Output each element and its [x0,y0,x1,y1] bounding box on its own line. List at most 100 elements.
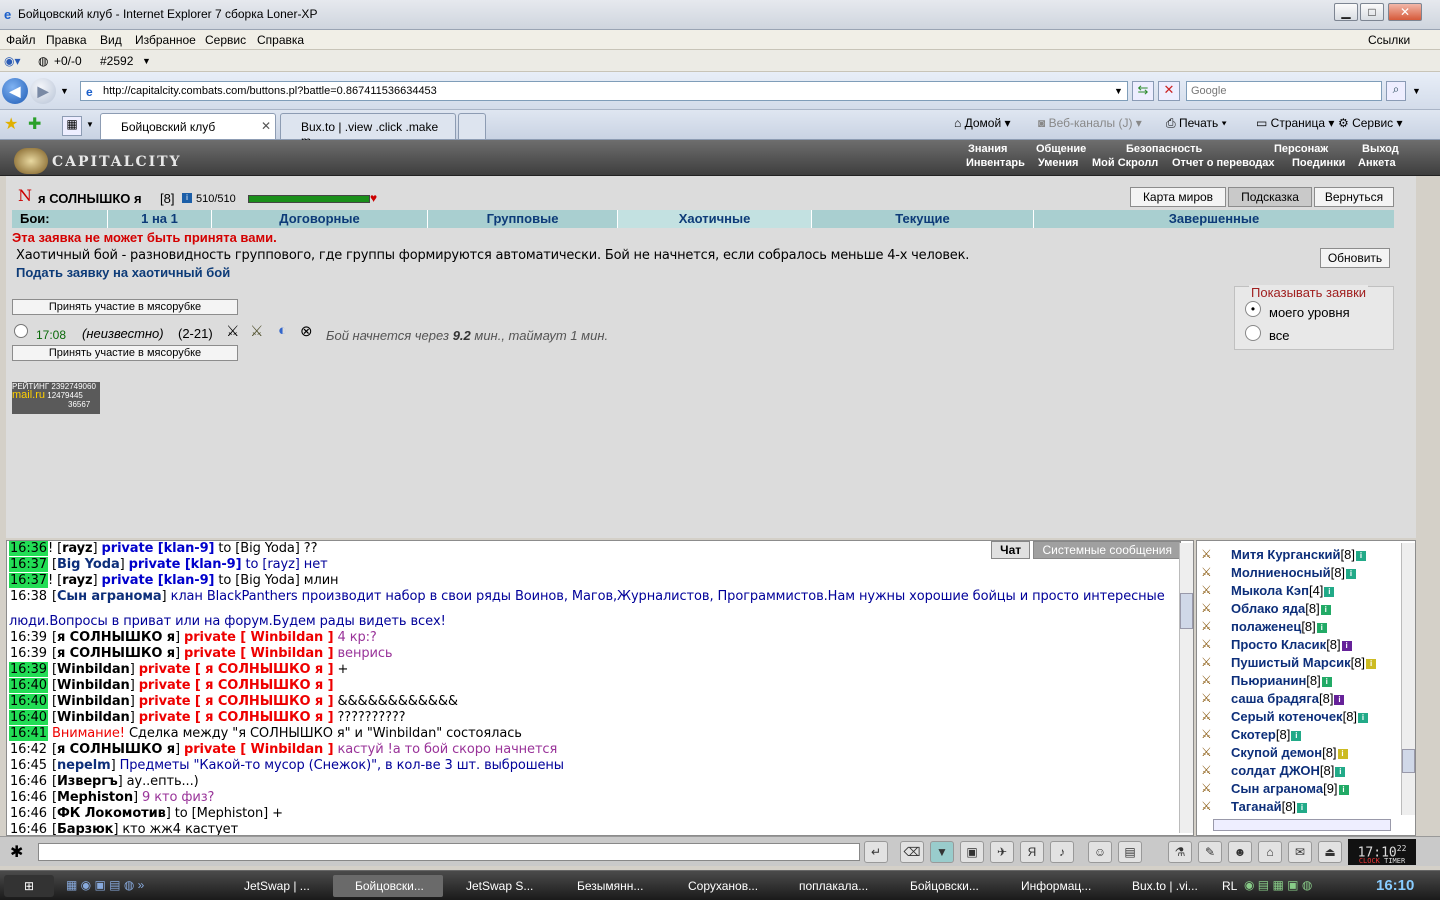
address-dropdown-icon[interactable]: ▼ [1114,86,1123,96]
user-info-icon[interactable]: i [1324,587,1335,597]
user-name[interactable]: Скотер [1231,727,1276,742]
send-icon[interactable]: ↵ [864,841,888,863]
user-info-icon[interactable]: i [1291,731,1302,741]
chat-input[interactable] [38,843,860,861]
chat-time[interactable]: 16:39 [9,630,48,645]
tab-active[interactable]: Бойцовский клуб ✕ [100,113,276,139]
chat-time[interactable]: 16:40 [9,678,48,693]
chat-nick[interactable]: Big Yoda [57,557,120,572]
taskbar-item[interactable]: Соруханов... [666,875,776,897]
chat-private-tag[interactable]: private [ я СОЛНЫШКО я ] [139,710,334,725]
user-name[interactable]: Скупой демон [1231,745,1322,760]
user-info-icon[interactable]: i [1358,713,1369,723]
translit-icon[interactable]: Я [1020,841,1044,863]
user-list-item[interactable]: Пьюрианин[8] i [1231,673,1332,688]
user-info-icon[interactable]: i [1320,605,1331,615]
menu-exit[interactable]: Выход [1362,143,1399,155]
user-name[interactable]: Молниеносный [1231,565,1331,580]
user-name[interactable]: полаженец [1231,619,1301,634]
chat-nick[interactable]: я СОЛНЫШКО я [57,646,175,661]
chat-time[interactable]: 16:41 [9,726,48,741]
sound-icon[interactable]: ♪ [1050,841,1074,863]
chat-private-tag[interactable]: private [klan-9] [102,541,215,556]
chat-nick[interactable]: Winbildan [57,678,130,693]
user-list-item[interactable]: Пушистый Марсик[8] i [1231,655,1377,670]
tab-close-icon[interactable]: ✕ [261,119,271,133]
user-list-item[interactable]: Молниеносный[8] i [1231,565,1357,580]
chat-nick[interactable]: Извергъ [57,774,118,789]
location-icon[interactable]: ⌂ [1258,841,1282,863]
minimize-button[interactable]: ▁ [1334,3,1358,21]
chat-nick[interactable]: Winbildan [57,710,130,725]
chevron-down-icon[interactable]: ▼ [142,56,151,66]
chat-time[interactable]: 16:46 [9,806,48,821]
taskbar-item[interactable]: JetSwap | ... [222,875,332,897]
chat-private-tag[interactable]: private [ Winbildan ] [184,742,334,757]
user-list-item[interactable]: солдат ДЖОН[8] i [1231,763,1346,778]
maximize-button[interactable]: □ [1360,3,1384,21]
page-menu-button[interactable]: ▭ Страница ▾ [1256,116,1334,130]
user-list-item[interactable]: Таганай[8] i [1231,799,1308,814]
user-fight-icon[interactable]: ⚔ [1201,583,1221,597]
messages-icon[interactable]: ✉ [1288,841,1312,863]
chat-private-tag[interactable]: private [ я СОЛНЫШКО я ] [139,694,334,709]
user-list-item[interactable]: саша брадяга[8] i [1231,691,1345,706]
chat-nick[interactable]: Барзюк [57,822,114,835]
join-button-bottom[interactable]: Принять участие в мясорубке [12,345,238,361]
menu-view[interactable]: Вид [100,33,122,47]
user-fight-icon[interactable]: ⚔ [1201,799,1221,813]
chat-scroll-thumb[interactable] [1180,593,1193,629]
user-name[interactable]: солдат ДЖОН [1231,763,1320,778]
taskbar-item[interactable]: JetSwap S... [444,875,554,897]
chat-private-tag[interactable]: private [ я СОЛНЫШКО я ] [139,662,334,677]
chat-private-tag[interactable]: private [klan-9] [102,573,215,588]
fight-tab-group[interactable]: Групповые [428,210,618,228]
search-dropdown-icon[interactable]: ▼ [1412,86,1421,96]
fight-tab-finished[interactable]: Завершенные [1034,210,1394,228]
back-button[interactable]: ◀ [2,78,28,104]
exit-icon[interactable]: ⏏ [1318,841,1342,863]
chat-time[interactable]: 16:46 [9,774,48,789]
user-fight-icon[interactable]: ⚔ [1201,745,1221,759]
chat-nick[interactable]: nepelm [57,758,111,773]
userlist-scrollbar[interactable] [1401,543,1415,815]
user-info-icon[interactable]: i [1341,641,1352,651]
submenu-fights[interactable]: Поединки [1292,157,1345,169]
bag-icon[interactable]: ⚗ [1168,841,1192,863]
user-name[interactable]: Таганай [1231,799,1282,814]
user-fight-icon[interactable]: ⚔ [1201,565,1221,579]
home-button[interactable]: ⌂ Домой ▾ [954,116,1011,130]
chat-nick[interactable]: Mephiston [57,790,133,805]
taskbar-item[interactable]: Бойцовски... [333,875,443,897]
return-button[interactable]: Вернуться [1314,187,1394,207]
user-info-icon[interactable]: i [1316,623,1327,633]
menu-character[interactable]: Персонаж [1274,143,1328,155]
user-info-icon[interactable]: i [1366,659,1377,669]
user-fight-icon[interactable]: ⚔ [1201,673,1221,687]
taskbar-item[interactable]: поплакала... [777,875,887,897]
user-name[interactable]: Серый котеночек [1231,709,1343,724]
favorites-star-icon[interactable]: ★ [4,114,18,134]
chat-nick[interactable]: я СОЛНЫШКО я [57,630,175,645]
stop-icon[interactable]: ✕ [1158,81,1180,101]
menu-tools[interactable]: Сервис [205,33,246,47]
chat-time[interactable]: 16:45 [9,758,48,773]
user-fight-icon[interactable]: ⚔ [1201,709,1221,723]
close-button[interactable]: ✕ [1388,3,1422,21]
submenu-transfers[interactable]: Отчет о переводах [1172,157,1275,169]
user-fight-icon[interactable]: ⚔ [1201,691,1221,705]
search-input[interactable]: Google [1186,81,1382,101]
user-info-icon[interactable]: i [1297,803,1308,813]
user-list-item[interactable]: Скупой демон[8] i [1231,745,1348,760]
fight-tab-1v1[interactable]: 1 на 1 [108,210,212,228]
chat-private-tag[interactable]: Внимание! [52,726,125,741]
chat-time[interactable]: 16:36 [9,541,48,556]
chat-time[interactable]: 16:37 [9,557,48,572]
menu-edit[interactable]: Правка [46,33,87,47]
chat-time[interactable]: 16:40 [9,710,48,725]
fight-tab-contract[interactable]: Договорные [212,210,428,228]
chat-options-icon[interactable]: ▤ [1118,841,1142,863]
chat-nick[interactable]: Winbildan [57,694,130,709]
rating-counter[interactable]: +0/-0 [54,54,82,68]
menu-security[interactable]: Безопасность [1126,143,1202,155]
